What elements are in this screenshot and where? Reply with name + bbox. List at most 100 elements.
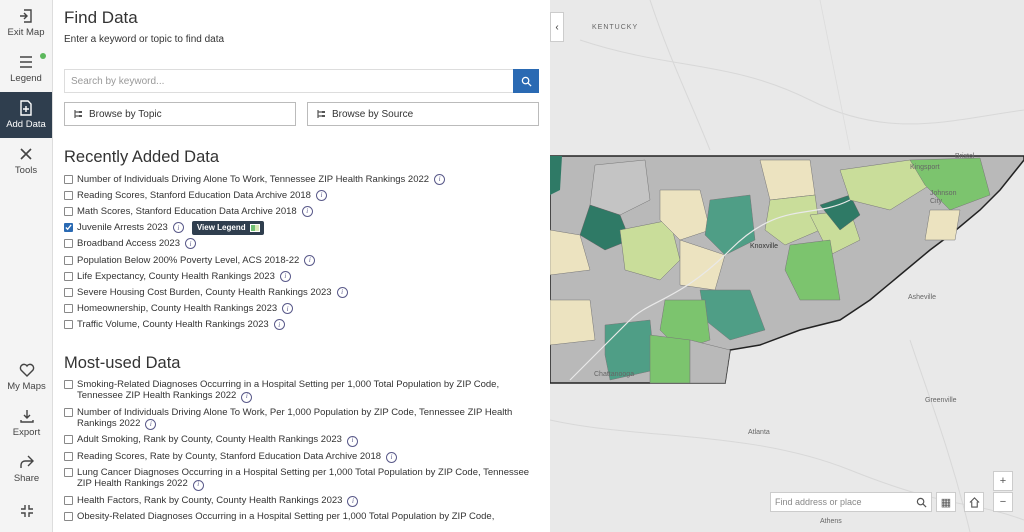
checkbox[interactable] — [64, 190, 73, 200]
search-button[interactable] — [513, 69, 539, 93]
checkbox[interactable] — [64, 174, 73, 184]
map-search-bar[interactable]: Find address or place — [770, 492, 932, 512]
checkbox[interactable] — [64, 271, 73, 281]
home-button[interactable] — [964, 492, 984, 512]
list-item[interactable]: Life Expectancy, County Health Rankings … — [64, 268, 539, 284]
list-item[interactable]: Homeownership, County Health Rankings 20… — [64, 301, 539, 317]
zoom-in-button[interactable]: + — [993, 471, 1013, 491]
checkbox[interactable] — [64, 255, 73, 265]
checkbox[interactable] — [64, 239, 73, 249]
list-item-text: Health Factors, Rank by County, County H… — [77, 494, 343, 506]
checkbox[interactable] — [64, 467, 73, 477]
info-icon[interactable]: i — [434, 173, 446, 185]
add-data-icon — [20, 100, 32, 116]
most-used-list: Smoking-Related Diagnoses Occurring in a… — [64, 379, 539, 523]
info-icon[interactable]: i — [386, 451, 398, 463]
list-item-label: Lung Cancer Diagnoses Occurring in a Hos… — [77, 467, 539, 491]
info-icon[interactable]: i — [336, 286, 348, 298]
collapse-panel-button[interactable]: ‹ — [550, 12, 564, 42]
browse-by-source-button[interactable]: Browse by Source — [307, 102, 539, 126]
share-button[interactable]: Share — [0, 446, 53, 492]
info-icon[interactable]: i — [279, 270, 291, 282]
grid-view-button[interactable]: ▦ — [936, 492, 956, 512]
list-item-label: Severe Housing Cost Burden, County Healt… — [77, 286, 332, 298]
list-item-text: Smoking-Related Diagnoses Occurring in a… — [77, 378, 500, 402]
list-item-text: Lung Cancer Diagnoses Occurring in a Hos… — [77, 466, 530, 490]
list-item-text: Obesity-Related Diagnoses Occurring in a… — [77, 510, 495, 522]
tools-button[interactable]: Tools — [0, 138, 52, 184]
list-item[interactable]: Obesity-Related Diagnoses Occurring in a… — [64, 511, 539, 523]
checkbox[interactable] — [64, 304, 73, 314]
most-used-heading: Most-used Data — [64, 353, 181, 372]
info-icon[interactable]: i — [301, 205, 313, 217]
list-item-label: Population Below 200% Poverty Level, ACS… — [77, 254, 300, 266]
checkbox[interactable] — [64, 407, 73, 417]
info-icon[interactable]: i — [315, 189, 327, 201]
info-icon[interactable]: i — [192, 479, 204, 491]
checkbox[interactable] — [64, 206, 73, 216]
list-item[interactable]: Lung Cancer Diagnoses Occurring in a Hos… — [64, 467, 539, 491]
checkbox-checked[interactable] — [64, 223, 73, 233]
info-icon[interactable]: i — [172, 222, 184, 234]
info-icon[interactable]: i — [304, 254, 316, 266]
checkbox[interactable] — [64, 287, 73, 297]
browse-row: Browse by Topic Browse by Source — [64, 102, 539, 126]
info-icon[interactable]: i — [273, 319, 285, 331]
map-label-knoxville: Knoxville — [750, 243, 779, 250]
checkbox[interactable] — [64, 320, 73, 330]
info-icon[interactable]: i — [241, 391, 253, 403]
list-item[interactable]: Adult Smoking, Rank by County, County He… — [64, 434, 539, 447]
add-data-button[interactable]: Add Data — [0, 92, 52, 138]
heart-icon — [19, 363, 34, 377]
checkbox[interactable] — [64, 435, 73, 445]
list-item[interactable]: Traffic Volume, County Health Rankings 2… — [64, 317, 539, 333]
view-legend-button[interactable]: View Legend — [191, 220, 264, 235]
list-item[interactable]: Smoking-Related Diagnoses Occurring in a… — [64, 379, 539, 403]
map-view[interactable]: KENTUCKY Bristol Kingsport Johnson City … — [550, 0, 1024, 532]
export-button[interactable]: Export — [0, 400, 53, 446]
info-icon[interactable]: i — [282, 303, 294, 315]
info-icon[interactable]: i — [145, 419, 157, 431]
browse-by-source-label: Browse by Source — [332, 108, 414, 120]
collapse-rail-button[interactable] — [0, 492, 53, 532]
checkbox[interactable] — [64, 379, 73, 389]
list-item[interactable]: Broadband Access 2023 i — [64, 236, 539, 252]
browse-by-topic-label: Browse by Topic — [89, 108, 162, 120]
search-icon — [521, 76, 532, 87]
info-icon[interactable]: i — [347, 495, 359, 507]
list-item[interactable]: Math Scores, Stanford Education Data Arc… — [64, 203, 539, 219]
legend-swatch-icon — [249, 223, 260, 232]
list-item-label: Math Scores, Stanford Education Data Arc… — [77, 205, 297, 217]
list-item[interactable]: Juvenile Arrests 2023 i View Legend — [64, 220, 539, 236]
info-icon[interactable]: i — [185, 238, 196, 250]
legend-button[interactable]: Legend — [0, 46, 52, 92]
list-item[interactable]: Severe Housing Cost Burden, County Healt… — [64, 284, 539, 300]
my-maps-button[interactable]: My Maps — [0, 354, 53, 400]
checkbox[interactable] — [64, 451, 73, 461]
search-icon[interactable] — [916, 497, 927, 508]
list-item[interactable]: Number of Individuals Driving Alone To W… — [64, 171, 539, 187]
search-input[interactable] — [64, 69, 513, 93]
checkbox[interactable] — [64, 511, 73, 521]
map-label-chattanooga: Chattanooga — [594, 371, 635, 378]
list-item[interactable]: Health Factors, Rank by County, County H… — [64, 495, 539, 507]
tools-label: Tools — [14, 165, 38, 176]
download-icon — [19, 410, 34, 423]
list-item-label: Health Factors, Rank by County, County H… — [77, 494, 359, 507]
list-item[interactable]: Number of Individuals Driving Alone To W… — [64, 407, 539, 431]
tree-icon — [317, 110, 325, 118]
map-search-input[interactable]: Find address or place — [775, 497, 916, 507]
recent-heading: Recently Added Data — [64, 148, 220, 166]
checkbox[interactable] — [64, 495, 73, 505]
browse-by-topic-button[interactable]: Browse by Topic — [64, 102, 296, 126]
zoom-out-button[interactable]: − — [993, 492, 1013, 512]
list-item[interactable]: Reading Scores, Stanford Education Data … — [64, 187, 539, 203]
info-icon[interactable]: i — [346, 435, 358, 447]
list-item[interactable]: Population Below 200% Poverty Level, ACS… — [64, 252, 539, 268]
legend-active-dot — [40, 53, 46, 59]
list-item[interactable]: Reading Scores, Rate by County, Stanford… — [64, 451, 539, 463]
exit-map-button[interactable]: Exit Map — [0, 0, 52, 46]
export-label: Export — [12, 427, 41, 438]
list-item-text: Reading Scores, Rate by County, Stanford… — [77, 450, 382, 462]
legend-label: Legend — [10, 73, 42, 84]
